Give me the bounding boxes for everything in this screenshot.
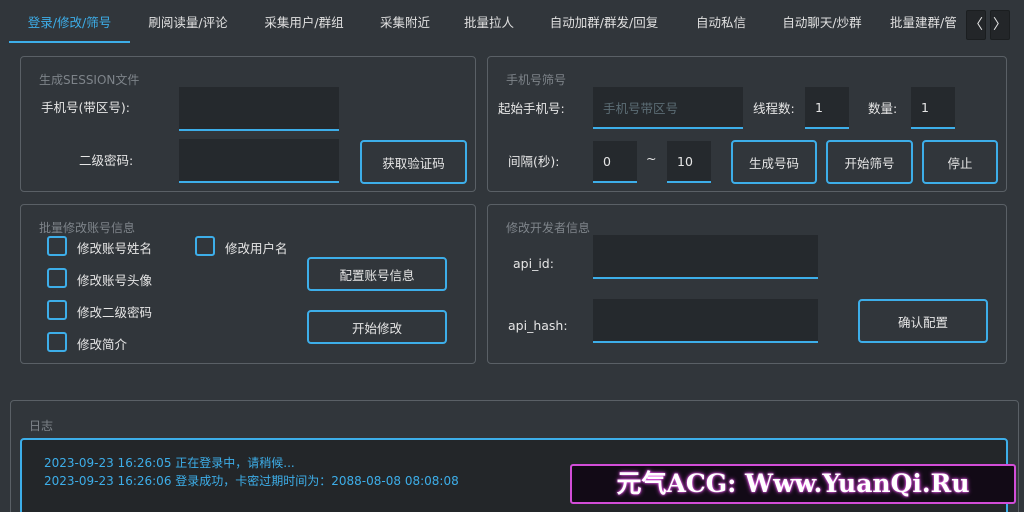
phone-input[interactable]	[179, 87, 339, 131]
start-phone-placeholder: 手机号带区号	[603, 100, 679, 116]
api-hash-label: api_hash:	[508, 318, 568, 333]
modify-avatar-checkbox[interactable]	[47, 268, 67, 288]
active-tab-indicator	[9, 41, 130, 43]
chevron-left-icon: 〈	[969, 17, 983, 33]
api-id-label: api_id:	[513, 256, 554, 271]
developer-group: 修改开发者信息 api_id: api_hash: 确认配置	[487, 204, 1007, 364]
modify-name-label: 修改账号姓名	[77, 241, 153, 256]
interval-to-input[interactable]: 10	[667, 141, 711, 183]
session-group-title: 生成SESSION文件	[39, 73, 140, 87]
password-label: 二级密码:	[79, 153, 134, 168]
tab-login-modify-filter[interactable]: 登录/修改/筛号	[9, 0, 130, 46]
modify-name-checkbox[interactable]	[47, 236, 67, 256]
modify-username-label: 修改用户名	[225, 241, 288, 256]
log-title: 日志	[29, 419, 54, 433]
modify-username-checkbox[interactable]	[195, 236, 215, 256]
tab-scroll-left-button[interactable]: 〈	[966, 10, 986, 40]
tab-auto-chat[interactable]: 自动聊天/炒群	[772, 0, 872, 46]
tab-bar: 登录/修改/筛号 刷阅读量/评论 采集用户/群组 采集附近 批量拉人 自动加群/…	[0, 0, 1024, 46]
stop-button[interactable]: 停止	[922, 140, 998, 184]
modify-password-label: 修改二级密码	[77, 305, 153, 320]
start-modify-button[interactable]: 开始修改	[307, 310, 447, 344]
log-line: 2023-09-23 16:26:05 正在登录中，请稍候...	[44, 456, 295, 470]
threads-label: 线程数:	[753, 101, 795, 116]
modify-avatar-label: 修改账号头像	[77, 273, 153, 288]
phone-label: 手机号(带区号):	[41, 100, 130, 115]
phone-filter-title: 手机号筛号	[506, 73, 567, 87]
tab-auto-dm[interactable]: 自动私信	[688, 0, 754, 46]
api-hash-input[interactable]	[593, 299, 818, 343]
threads-input[interactable]: 1	[805, 87, 849, 129]
tab-batch-create-groups[interactable]: 批量建群/管	[890, 0, 964, 46]
password-input[interactable]	[179, 139, 339, 183]
tab-auto-join-broadcast[interactable]: 自动加群/群发/回复	[540, 0, 668, 46]
interval-label: 间隔(秒):	[508, 154, 560, 169]
start-filter-button[interactable]: 开始筛号	[826, 140, 913, 184]
get-code-button[interactable]: 获取验证码	[360, 140, 467, 184]
developer-title: 修改开发者信息	[506, 221, 591, 235]
watermark-banner: 元气ACG: Www.YuanQi.Ru	[570, 464, 1016, 504]
chevron-right-icon: 〉	[993, 17, 1007, 33]
modify-password-checkbox[interactable]	[47, 300, 67, 320]
tab-collect-users-groups[interactable]: 采集用户/群组	[252, 0, 356, 46]
tab-collect-nearby[interactable]: 采集附近	[370, 0, 440, 46]
generate-numbers-button[interactable]: 生成号码	[731, 140, 817, 184]
interval-separator: ~	[646, 151, 657, 166]
batch-modify-group: 批量修改账号信息 修改账号姓名 修改账号头像 修改二级密码 修改简介 修改用户名…	[20, 204, 476, 364]
count-input[interactable]: 1	[911, 87, 955, 129]
modify-bio-checkbox[interactable]	[47, 332, 67, 352]
start-phone-input[interactable]: 手机号带区号	[593, 87, 743, 129]
log-line: 2023-09-23 16:26:06 登录成功，卡密过期时间为：2088-08…	[44, 474, 459, 488]
start-phone-label: 起始手机号:	[498, 101, 565, 116]
api-id-input[interactable]	[593, 235, 818, 279]
tab-read-count-comment[interactable]: 刷阅读量/评论	[138, 0, 238, 46]
modify-bio-label: 修改简介	[77, 337, 128, 352]
phone-filter-group: 手机号筛号 起始手机号: 手机号带区号 线程数: 1 数量: 1 间隔(秒): …	[487, 56, 1007, 192]
confirm-config-button[interactable]: 确认配置	[858, 299, 988, 343]
count-label: 数量:	[868, 101, 898, 116]
batch-modify-title: 批量修改账号信息	[39, 221, 136, 235]
config-account-button[interactable]: 配置账号信息	[307, 257, 447, 291]
tab-batch-pull[interactable]: 批量拉人	[456, 0, 522, 46]
tab-scroll-right-button[interactable]: 〉	[990, 10, 1010, 40]
interval-from-input[interactable]: 0	[593, 141, 637, 183]
session-group: 生成SESSION文件 手机号(带区号): 二级密码: 获取验证码	[20, 56, 476, 192]
